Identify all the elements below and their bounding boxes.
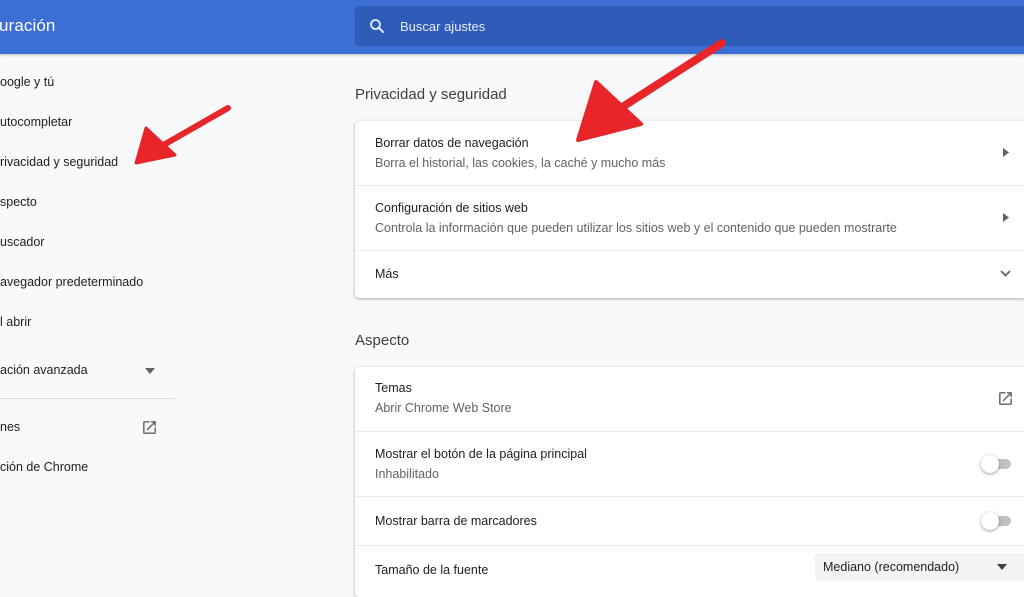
toggle-knob (981, 455, 999, 473)
sidebar-item-default-browser[interactable]: avegador predeterminado (0, 275, 143, 289)
row-title: Configuración de sitios web (375, 201, 528, 215)
sidebar-item-autofill[interactable]: utocompletar (0, 115, 72, 129)
search-box[interactable] (355, 6, 1024, 46)
sidebar-divider (0, 398, 175, 399)
chevron-down-icon (997, 564, 1007, 570)
chevron-right-icon[interactable] (1003, 148, 1009, 157)
external-link-icon[interactable] (141, 419, 158, 436)
sidebar-item-label: rivacidad y seguridad (0, 155, 119, 169)
search-icon[interactable] (368, 17, 386, 35)
row-title: Más (375, 267, 399, 281)
row-subtitle: Borra el historial, las cookies, la cach… (375, 156, 666, 170)
row-subtitle: Controla la información que pueden utili… (375, 221, 897, 235)
sidebar-item-label: utocompletar (0, 115, 73, 129)
chevron-down-icon[interactable] (1000, 270, 1011, 277)
chevron-down-icon[interactable] (145, 368, 155, 374)
sidebar: oogle y tú utocompletar rivacidad y segu… (0, 54, 175, 576)
page-title: uración (0, 16, 56, 35)
toolbar: uración (0, 0, 1024, 54)
section-title-appearance: Aspecto (355, 332, 410, 349)
sidebar-item-label: uscador (0, 235, 45, 249)
sidebar-item-label: oogle y tú (0, 75, 55, 89)
chevron-right-icon[interactable] (1003, 213, 1009, 222)
sidebar-item-label: avegador predeterminado (0, 275, 144, 289)
privacy-card: Borrar datos de navegación Borra el hist… (355, 121, 1024, 298)
section-title-privacy: Privacidad y seguridad (355, 86, 507, 103)
appearance-card: Temas Abrir Chrome Web Store Mostrar el … (355, 367, 1024, 597)
more-row[interactable]: Más (355, 251, 1024, 298)
home-button-toggle[interactable] (981, 455, 1011, 473)
sidebar-item-on-startup[interactable]: l abrir (0, 315, 31, 329)
sidebar-item-google[interactable]: oogle y tú (0, 75, 54, 89)
row-title: Mostrar barra de marcadores (375, 514, 537, 528)
toggle-knob (981, 512, 999, 530)
row-title: Tamaño de la fuente (375, 563, 489, 577)
sidebar-item-label: l abrir (0, 315, 32, 329)
bookmarks-bar-toggle[interactable] (981, 512, 1011, 530)
sidebar-item-appearance[interactable]: specto (0, 195, 37, 209)
sidebar-item-extensions[interactable]: nes (0, 420, 20, 434)
row-title: Temas (375, 381, 412, 395)
font-size-select[interactable]: Mediano (recomendado) (815, 553, 1024, 581)
sidebar-item-label: specto (0, 195, 37, 209)
row-title: Mostrar el botón de la página principal (375, 447, 587, 461)
row-subtitle: Inhabilitado (375, 467, 439, 481)
sidebar-item-search-engine[interactable]: uscador (0, 235, 44, 249)
row-subtitle: Abrir Chrome Web Store (375, 401, 512, 415)
sidebar-item-advanced[interactable]: ación avanzada (0, 363, 88, 377)
search-input[interactable] (400, 18, 960, 34)
row-title: Borrar datos de navegación (375, 136, 529, 150)
themes-row[interactable]: Temas Abrir Chrome Web Store (355, 367, 1024, 431)
font-size-row[interactable]: Tamaño de la fuente Mediano (recomendado… (355, 546, 1024, 596)
sidebar-item-privacy[interactable]: rivacidad y seguridad (0, 155, 118, 169)
home-button-row[interactable]: Mostrar el botón de la página principal … (355, 432, 1024, 496)
select-value: Mediano (recomendado) (823, 560, 960, 574)
sidebar-item-about-chrome[interactable]: ción de Chrome (0, 460, 88, 474)
sidebar-item-label: ación avanzada (0, 363, 88, 377)
external-link-icon[interactable] (997, 390, 1014, 407)
sidebar-item-label: ción de Chrome (0, 460, 89, 474)
clear-browsing-data-row[interactable]: Borrar datos de navegación Borra el hist… (355, 121, 1024, 185)
site-settings-row[interactable]: Configuración de sitios web Controla la … (355, 186, 1024, 250)
sidebar-item-label: nes (0, 420, 21, 434)
bookmarks-bar-row[interactable]: Mostrar barra de marcadores (355, 497, 1024, 545)
